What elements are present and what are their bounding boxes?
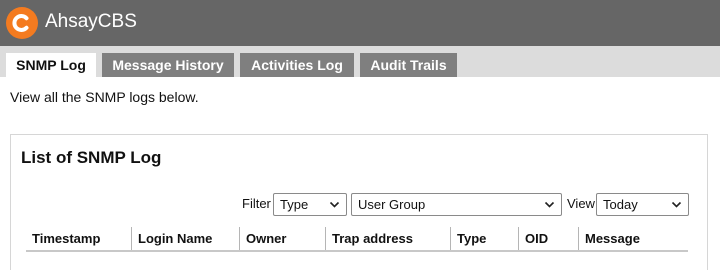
- filter-group-value: User Group: [358, 197, 426, 212]
- table-header-row: Timestamp Login Name Owner Trap address …: [26, 227, 688, 252]
- tab-activities-log[interactable]: Activities Log: [240, 53, 354, 77]
- page-description: View all the SNMP logs below.: [10, 89, 199, 105]
- column-header-login-name[interactable]: Login Name: [131, 227, 239, 250]
- app-title: AhsayCBS: [45, 11, 137, 32]
- column-header-type[interactable]: Type: [450, 227, 518, 250]
- filter-type-value: Type: [280, 197, 309, 212]
- tab-snmp-log[interactable]: SNMP Log: [6, 53, 96, 77]
- filter-label: Filter: [242, 196, 271, 211]
- chevron-down-icon: [544, 201, 555, 208]
- view-select[interactable]: Today: [596, 193, 689, 216]
- panel-title: List of SNMP Log: [21, 148, 162, 167]
- tab-message-history[interactable]: Message History: [102, 53, 234, 77]
- tab-audit-trails[interactable]: Audit Trails: [360, 53, 457, 77]
- app-header: AhsayCBS: [0, 0, 720, 46]
- filter-group-select[interactable]: User Group: [351, 193, 562, 216]
- column-header-owner[interactable]: Owner: [239, 227, 325, 250]
- chevron-down-icon: [671, 201, 682, 208]
- column-header-message[interactable]: Message: [578, 227, 688, 250]
- ahsay-logo-icon: [6, 7, 38, 39]
- column-header-oid[interactable]: OID: [518, 227, 578, 250]
- view-value: Today: [603, 197, 638, 212]
- filter-type-select[interactable]: Type: [273, 193, 347, 216]
- tab-bar: SNMP Log Message History Activities Log …: [0, 46, 720, 77]
- snmp-log-panel: List of SNMP Log Filter Type User Group …: [10, 134, 708, 270]
- column-header-trap-address[interactable]: Trap address: [325, 227, 450, 250]
- chevron-down-icon: [329, 201, 340, 208]
- view-label: View: [567, 196, 595, 211]
- column-header-timestamp[interactable]: Timestamp: [26, 227, 131, 250]
